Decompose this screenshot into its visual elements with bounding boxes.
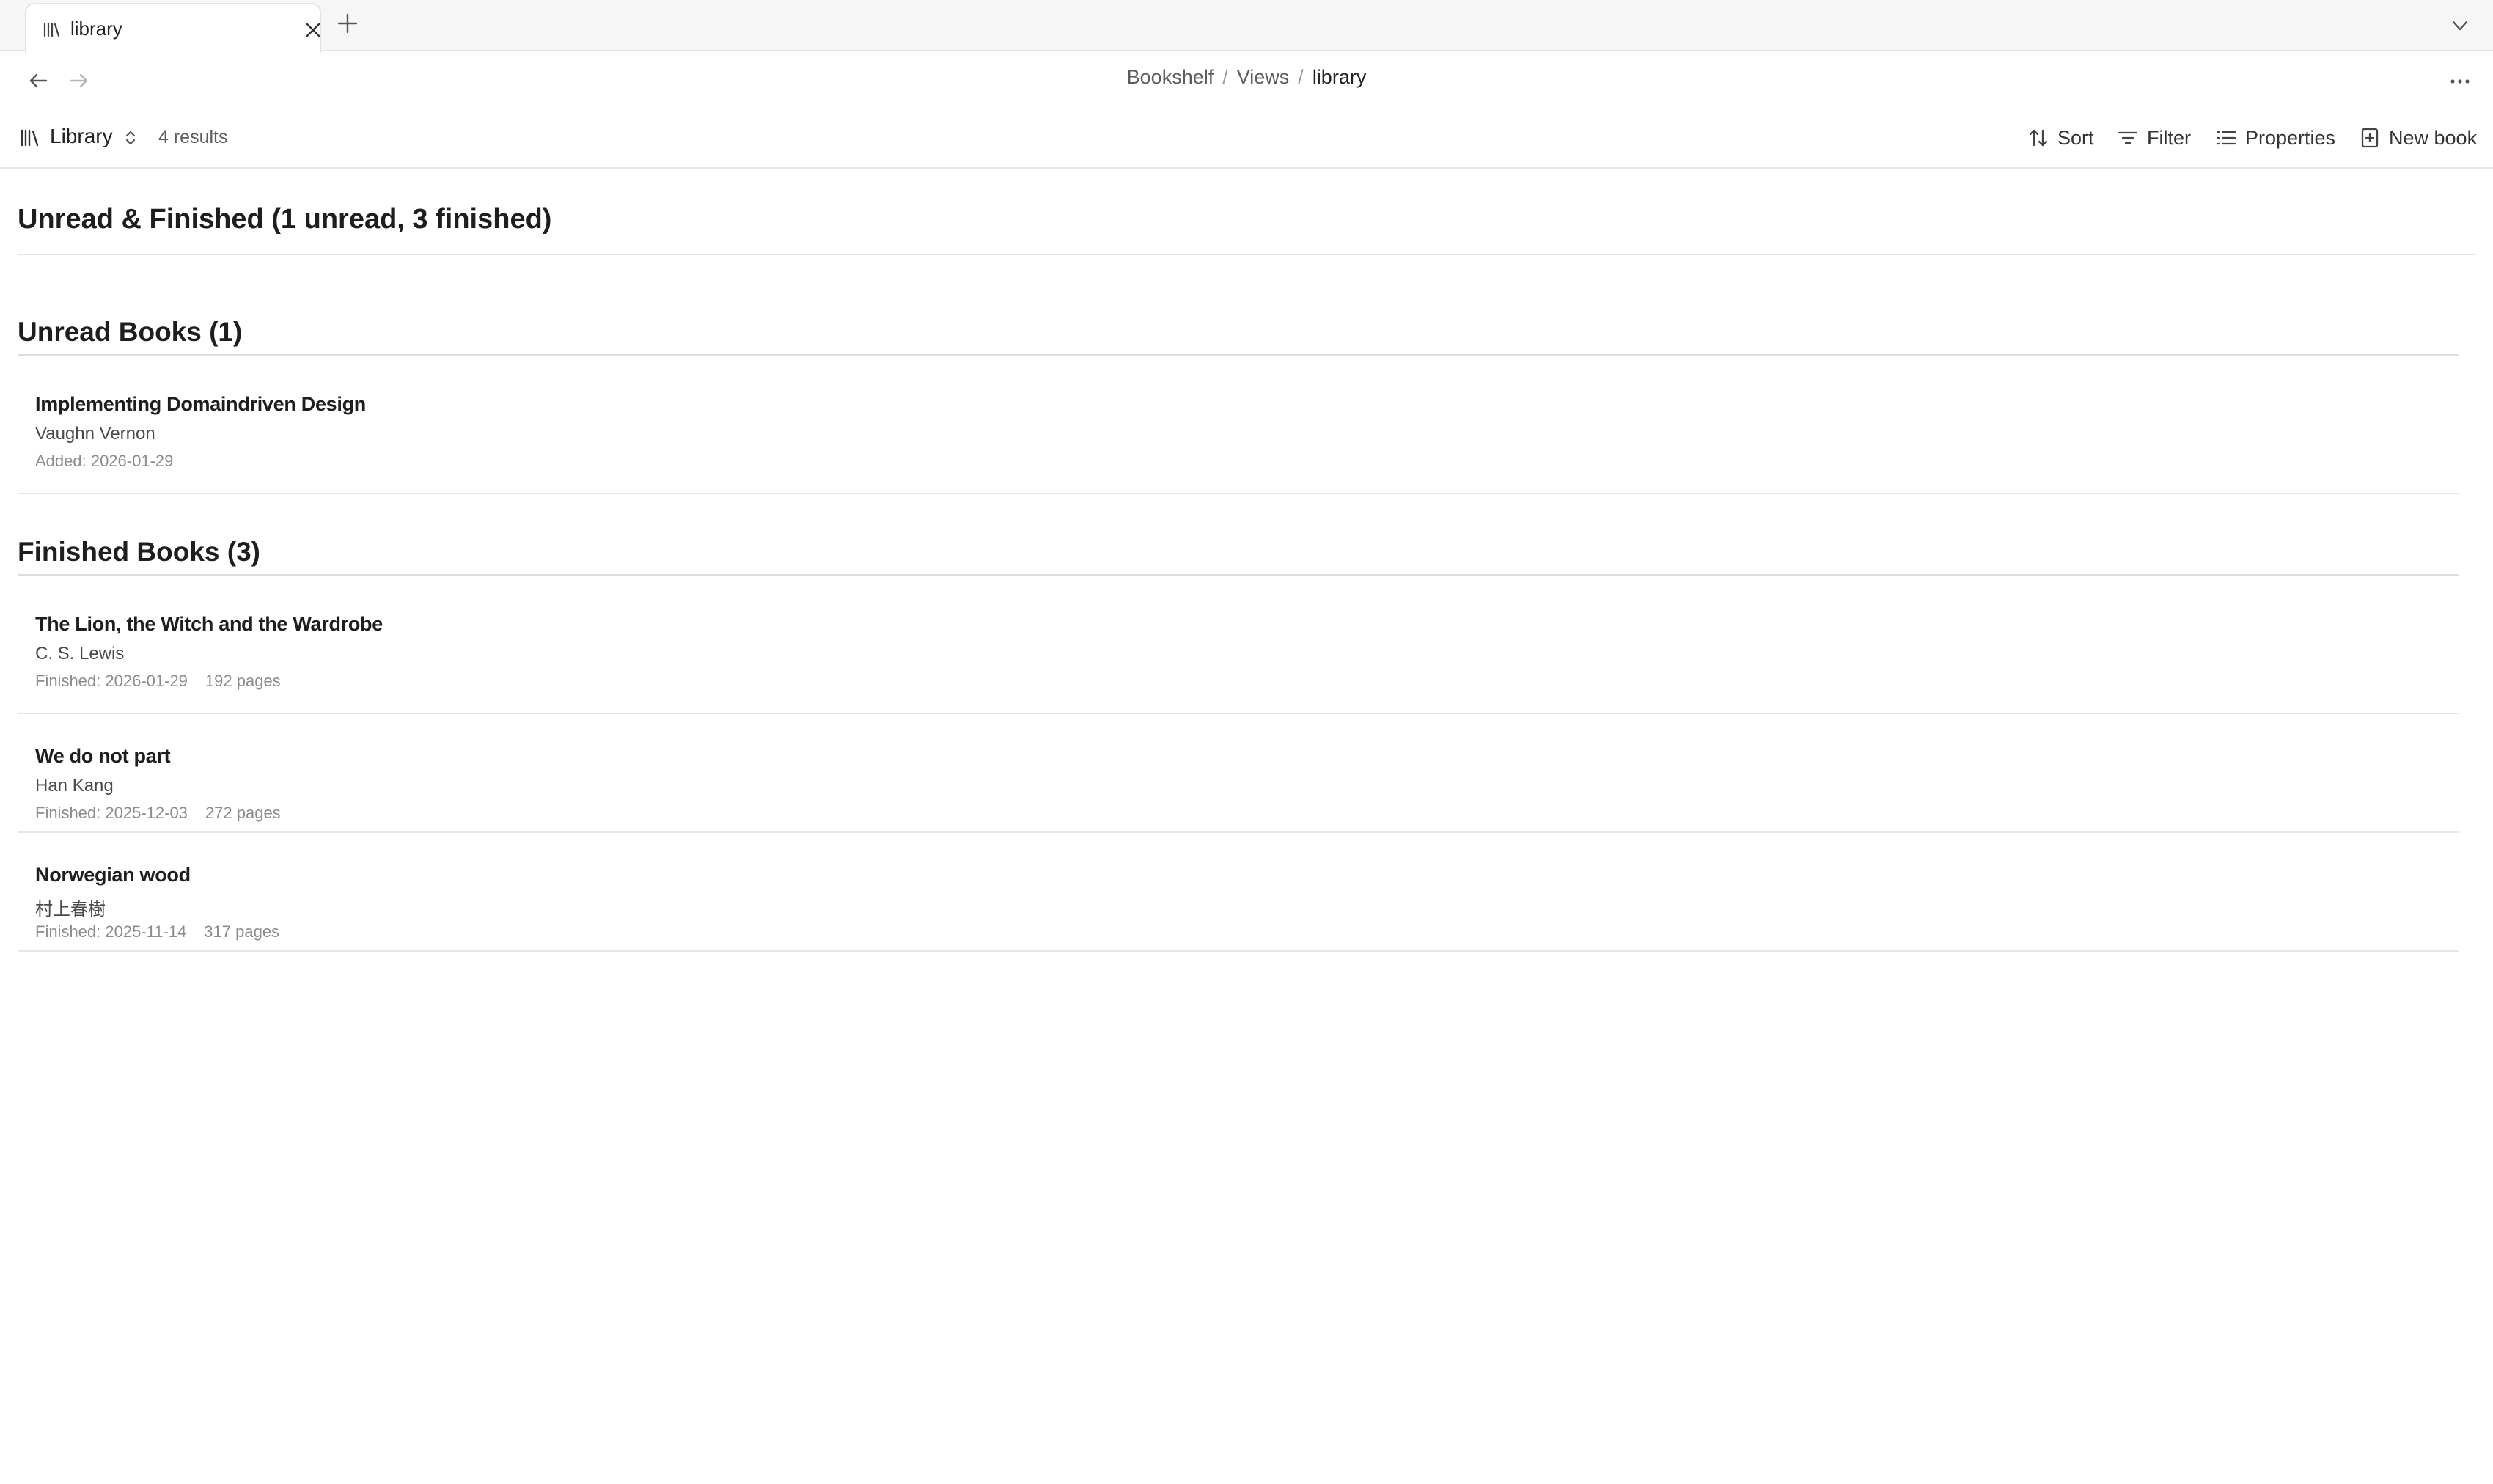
section-header: Unread Books (1) [18,306,2459,356]
sort-button[interactable]: Sort [2027,123,2094,153]
chevron-down-icon[interactable] [2449,15,2471,37]
book-title[interactable]: Norwegian wood [35,864,191,886]
list-icon [2214,126,2245,150]
library-icon [41,19,62,40]
book-meta: Finished: 2026-01-29 192 pages [35,672,281,691]
book-meta: Finished: 2025-11-14 317 pages [35,922,279,941]
book-author: Vaughn Vernon [35,424,155,444]
book-author: Han Kang [35,776,114,796]
breadcrumb: Bookshelf / Views / library [0,66,2493,89]
book-title[interactable]: We do not part [35,745,171,768]
book-row[interactable]: The Lion, the Witch and the Wardrobe C. … [18,576,2459,714]
view-switcher[interactable]: Library [50,125,113,148]
tab-bar: library [0,0,2493,53]
tab-library[interactable]: library [25,3,321,53]
book-meta: Added: 2026-01-29 [35,452,173,471]
breadcrumb-item-bookshelf[interactable]: Bookshelf [1127,66,1214,88]
book-title[interactable]: The Lion, the Witch and the Wardrobe [35,613,383,636]
section-unread: Unread Books (1) Implementing Domaindriv… [18,306,2459,494]
book-pages: 317 pages [204,922,280,941]
properties-button[interactable]: Properties [2214,123,2335,153]
more-options-icon[interactable] [2448,69,2472,94]
sort-icon [2027,126,2057,150]
book-row[interactable]: Norwegian wood 村上春樹 Finished: 2025-11-14… [18,833,2459,952]
book-date: Finished: 2025-11-14 [35,922,187,941]
filter-label: Filter [2147,126,2191,149]
book-date: Added: 2026-01-29 [35,452,174,470]
chevron-up-down-icon[interactable] [122,128,139,148]
new-book-button[interactable]: New book [2358,123,2477,153]
page-title: Unread & Finished (1 unread, 3 finished) [18,204,552,235]
file-plus-icon [2358,126,2389,150]
filter-icon [2116,126,2147,150]
sort-label: Sort [2057,126,2094,149]
main-title-block: Unread & Finished (1 unread, 3 finished) [18,188,2477,255]
new-book-label: New book [2389,126,2478,149]
book-author: C. S. Lewis [35,644,125,664]
section-finished: Finished Books (3) The Lion, the Witch a… [18,526,2459,952]
library-icon [18,126,41,150]
close-icon[interactable] [304,21,323,40]
breadcrumb-item-library[interactable]: library [1312,66,1367,88]
section-title: Unread Books (1) [18,317,243,347]
book-meta: Finished: 2025-12-03 272 pages [35,804,281,823]
breadcrumb-separator: / [1298,66,1304,88]
book-date: Finished: 2026-01-29 [35,672,188,690]
properties-label: Properties [2245,126,2336,149]
filter-button[interactable]: Filter [2116,123,2191,153]
book-pages: 272 pages [205,804,281,822]
book-row[interactable]: We do not part Han Kang Finished: 2025-1… [18,714,2459,833]
results-count: 4 results [158,127,228,147]
section-header: Finished Books (3) [18,526,2459,576]
breadcrumb-separator: / [1222,66,1228,88]
book-pages: 192 pages [205,672,281,690]
book-title[interactable]: Implementing Domaindriven Design [35,393,366,416]
book-author: 村上春樹 [35,900,106,919]
tab-title: library [70,18,122,40]
section-title: Finished Books (3) [18,537,260,567]
book-date: Finished: 2025-12-03 [35,804,188,822]
book-row[interactable]: Implementing Domaindriven Design Vaughn … [18,356,2459,494]
view-toolbar: Library 4 results Sort Filter Properties… [0,117,2493,169]
plus-icon[interactable] [336,12,359,35]
breadcrumb-item-views[interactable]: Views [1237,66,1290,88]
